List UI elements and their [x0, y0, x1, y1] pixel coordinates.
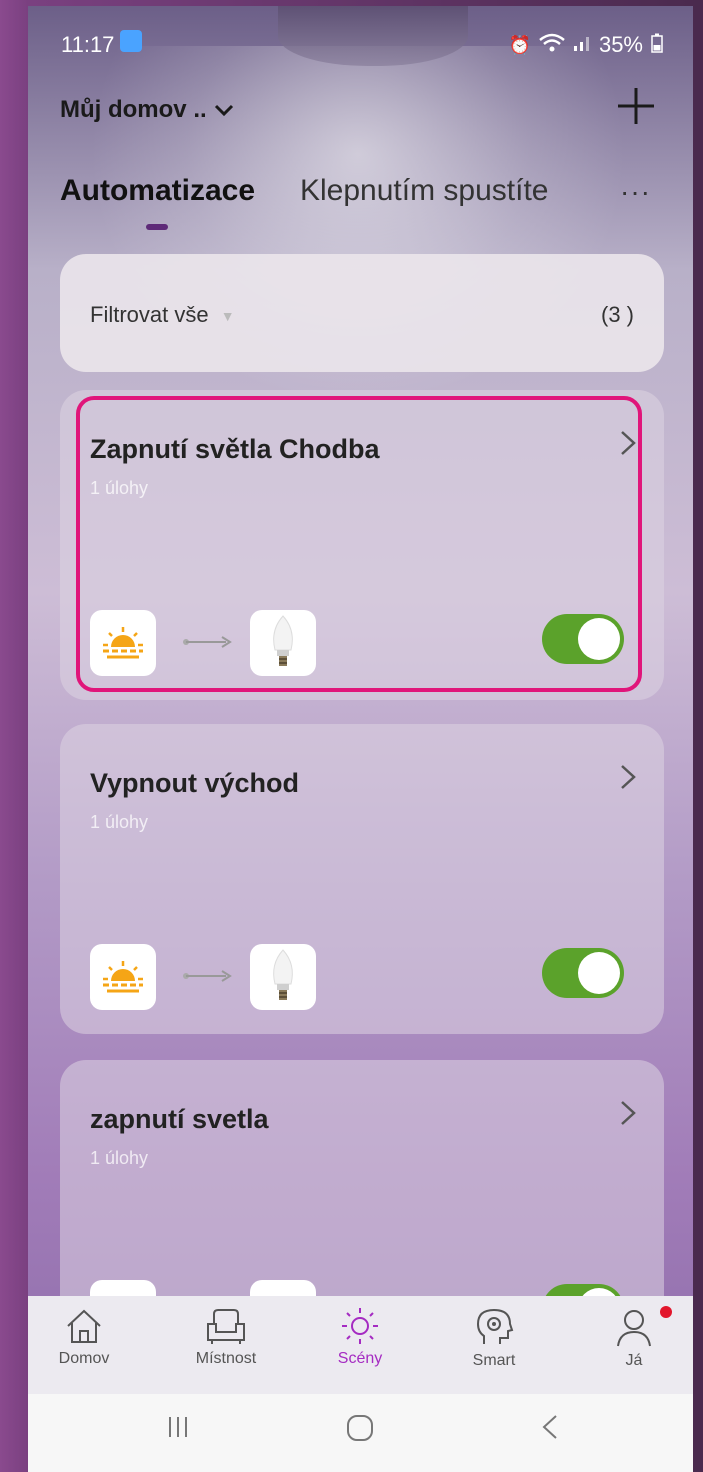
automation-title: zapnutí svetla	[90, 1104, 269, 1134]
home-button[interactable]	[344, 1412, 376, 1453]
sunrise-icon	[90, 944, 156, 1010]
arrow-right-icon	[183, 970, 232, 982]
home-selector[interactable]: Můj domov ..	[60, 96, 235, 124]
armchair-icon	[207, 1309, 245, 1344]
tab-label: Scény	[337, 1350, 383, 1367]
status-indicators: ⏰ 35%	[509, 32, 663, 58]
status-time: 11:17	[61, 32, 115, 57]
tab-label: Smart	[472, 1352, 516, 1369]
sun-icon	[342, 1308, 378, 1344]
filter-bar: Filtrovat vše ▼ (3 )	[60, 254, 664, 372]
smart-head-icon	[476, 1308, 514, 1344]
plus-icon	[618, 88, 654, 124]
tab-tap-to-run[interactable]: Klepnutím spustíte	[300, 174, 548, 208]
toggle-knob	[578, 952, 620, 994]
bulb-icon	[250, 610, 316, 676]
more-button[interactable]: ···	[620, 176, 651, 208]
back-button[interactable]	[538, 1412, 562, 1451]
bottom-tab-bar: Domov Místnost Scény Smart Já	[28, 1296, 693, 1394]
wifi-icon	[539, 33, 565, 58]
tab-home[interactable]: Domov	[34, 1296, 134, 1394]
automation-count: (3 )	[601, 302, 634, 327]
chevron-right-icon[interactable]	[618, 1098, 638, 1137]
notification-dot	[660, 1306, 672, 1318]
tab-room[interactable]: Místnost	[176, 1296, 276, 1394]
recent-apps-button[interactable]	[163, 1412, 193, 1451]
automation-title: Zapnutí světla Chodba	[90, 434, 380, 464]
recent-apps-icon	[169, 1417, 187, 1437]
chevron-down-icon	[214, 104, 233, 117]
tab-smart[interactable]: Smart	[444, 1296, 544, 1394]
chevron-right-icon[interactable]	[618, 428, 638, 467]
status-bar: 11:17 ⏰ 35%	[28, 6, 693, 76]
automation-card[interactable]: Vypnout východ 1 úlohy	[60, 724, 664, 1034]
automation-task-count: 1 úlohy	[90, 1148, 149, 1168]
automation-title: Vypnout východ	[90, 768, 300, 798]
signal-icon	[573, 34, 591, 57]
automation-card[interactable]: Zapnutí světla Chodba 1 úlohy	[60, 390, 664, 700]
home-name: Můj domov ..	[60, 96, 207, 123]
arrow-right-icon	[183, 636, 232, 648]
automation-task-count: 1 úlohy	[90, 478, 149, 498]
caret-down-icon: ▼	[220, 308, 235, 325]
tab-label: Já	[625, 1352, 643, 1369]
tab-label: Místnost	[195, 1350, 257, 1367]
alarm-icon: ⏰	[508, 34, 531, 55]
automation-toggle[interactable]	[542, 948, 624, 998]
automation-toggle[interactable]	[542, 614, 624, 664]
battery-icon	[651, 33, 663, 58]
automation-task-count: 1 úlohy	[90, 812, 149, 832]
home-icon	[67, 1309, 101, 1343]
sunrise-icon	[90, 610, 156, 676]
bulb-icon	[250, 944, 316, 1010]
toggle-knob	[578, 618, 620, 660]
home-nav-icon	[347, 1415, 373, 1441]
back-icon	[542, 1415, 557, 1439]
battery-percent: 35%	[598, 32, 643, 57]
filter-dropdown[interactable]: Filtrovat vše ▼	[90, 302, 235, 328]
tab-scenes[interactable]: Scény	[310, 1296, 410, 1394]
tab-automations[interactable]: Automatizace	[60, 174, 255, 208]
add-button[interactable]	[614, 84, 658, 136]
app-notification-icon	[120, 30, 142, 52]
filter-label: Filtrovat vše	[90, 302, 209, 327]
tab-me[interactable]: Já	[584, 1296, 684, 1394]
tab-active-indicator	[146, 224, 168, 230]
system-nav-bar	[28, 1394, 693, 1472]
phone-screen: 11:17 ⏰ 35% Můj domov .. Automatizace Kl…	[28, 6, 693, 1472]
chevron-right-icon[interactable]	[618, 762, 638, 801]
person-icon	[617, 1310, 651, 1347]
tab-label: Domov	[58, 1350, 110, 1367]
